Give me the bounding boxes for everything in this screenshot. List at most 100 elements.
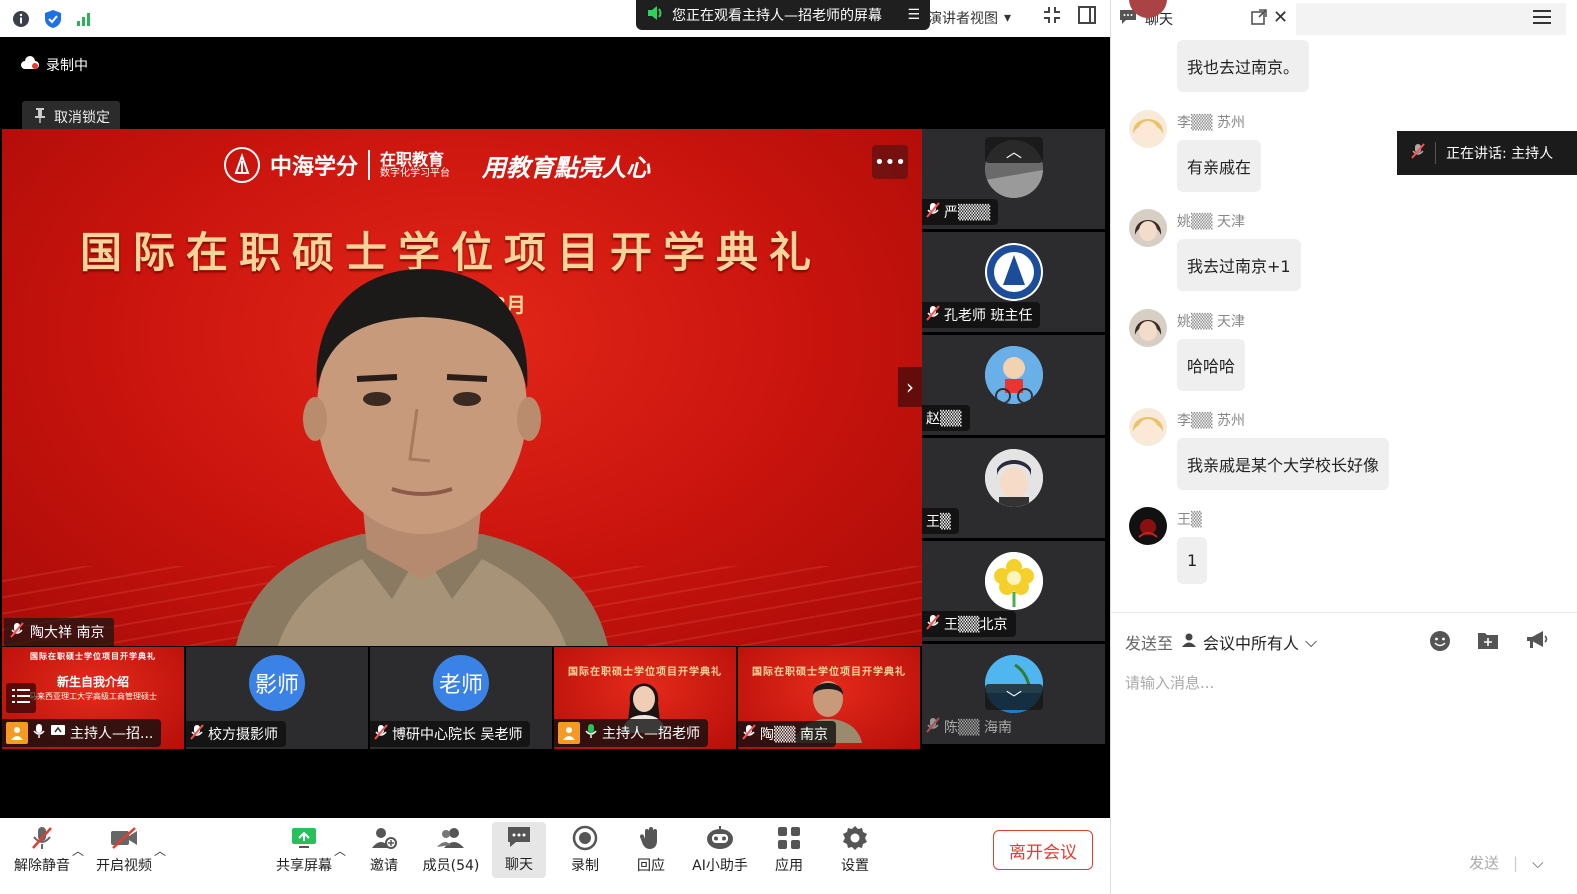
more-options-button[interactable]: ••• — [872, 145, 908, 179]
message-bubble: 哈哈哈 — [1177, 339, 1246, 391]
avatar — [1129, 309, 1167, 347]
pop-out-icon[interactable] — [1251, 9, 1267, 29]
invite-button[interactable]: 邀请 — [352, 823, 416, 879]
send-to-label: 发送至 — [1125, 634, 1174, 653]
participant-name: 孔老师 班主任 — [944, 308, 1033, 324]
chat-icon — [506, 822, 532, 852]
thumbnail-tile[interactable]: 国际在职硕士学位项目开学典礼 新生自我介绍 马来西亚理工大学高级工商管理硕士 主… — [2, 647, 184, 749]
apps-button[interactable]: 应用 — [757, 823, 821, 879]
banner-text: 您正在观看主持人—招老师的屏幕 — [672, 8, 882, 24]
list-menu-button[interactable] — [6, 683, 36, 713]
react-label: 回应 — [637, 858, 665, 874]
menu-icon[interactable] — [1533, 9, 1551, 29]
close-icon[interactable]: ✕ — [1273, 7, 1288, 28]
message-sender: 李▒▒ 苏州 — [1177, 413, 1245, 429]
banner-menu-icon[interactable]: ☰ — [907, 7, 920, 23]
audio-options-caret[interactable]: ︿ — [72, 842, 84, 859]
signal-icon[interactable] — [74, 8, 96, 30]
share-screen-label: 共享屏幕 — [276, 858, 332, 874]
message-input[interactable]: 请输入消息... — [1125, 672, 1214, 693]
participant-strip: ︿ 严▒▒▒ 孔老师 班主任 赵▒▒ 王▒ 王▒▒北京 陈▒▒ 海南 ﹀ — [922, 129, 1105, 749]
speaking-text: 正在讲话: 主持人 — [1446, 146, 1554, 162]
message-bubble: 我亲戚是某个大学校长好像 — [1177, 438, 1390, 490]
apps-label: 应用 — [775, 858, 803, 874]
mic-muted-icon — [1411, 143, 1425, 163]
thumbnail-label: 博研中心院长 吴老师 — [370, 721, 531, 747]
initials-avatar: 影师 — [249, 655, 305, 711]
initials-avatar: 老师 — [433, 655, 489, 711]
mic-muted-icon — [10, 622, 24, 642]
mic-muted-icon — [926, 614, 940, 634]
shield-icon[interactable] — [42, 8, 64, 30]
leave-meeting-button[interactable]: 离开会议 — [993, 830, 1093, 870]
send-options-caret[interactable]: ⌵ — [1532, 854, 1543, 872]
view-mode-label: 演讲者视图 — [928, 11, 998, 27]
share-options-caret[interactable]: ︿ — [334, 842, 346, 859]
settings-button[interactable]: 设置 — [823, 823, 887, 879]
scroll-down-button[interactable]: ﹀ — [985, 684, 1043, 710]
logo-sub-main: 在职教育 — [380, 149, 445, 169]
participant-name: 严▒▒▒ — [944, 205, 991, 221]
thumbnail-tile[interactable]: 影师 校方摄影师 — [186, 647, 368, 749]
participant-tile[interactable]: 赵▒▒ — [922, 335, 1105, 435]
avatar — [1129, 209, 1167, 247]
react-button[interactable]: 回应 — [619, 823, 683, 879]
participant-label: 王▒▒北京 — [922, 611, 1016, 637]
participant-name: 陈▒▒ 海南 — [944, 720, 1012, 736]
users-icon — [436, 823, 466, 853]
event-logo: 中海学分 在职教育 数字化学习平台 用教育點亮人心 — [224, 147, 650, 183]
ai-assistant-button[interactable]: AI小助手 — [686, 823, 754, 879]
recipient-value: 会议中所有人 — [1203, 634, 1300, 653]
list-icon — [12, 688, 30, 708]
start-video-button[interactable]: 开启视频 — [92, 823, 156, 879]
exit-fullscreen-icon[interactable] — [1043, 6, 1061, 28]
thumbnail-tile[interactable]: 国际在职硕士学位项目开学典礼 主持人—招老师 — [554, 647, 736, 749]
avatar — [1129, 507, 1167, 545]
video-options-caret[interactable]: ︿ — [154, 842, 166, 859]
participant-label: 赵▒▒ — [922, 405, 970, 431]
mic-muted-icon — [190, 724, 204, 744]
recording-indicator[interactable]: 录制中 — [20, 55, 88, 75]
meeting-toolbar: 解除静音 ︿ 开启视频 ︿ 共享屏幕 ︿ 邀请 成员(54) 聊天 录制 回应 … — [0, 818, 1110, 894]
send-area: 发送 | ⌵ — [1469, 852, 1544, 873]
chevron-down-icon: ⌵ — [1305, 632, 1318, 651]
share-screen-button[interactable]: 共享屏幕 — [272, 823, 336, 879]
message-bubble: 我去过南京+1 — [1177, 239, 1301, 291]
chat-label: 聊天 — [505, 857, 533, 873]
chat-button[interactable]: 聊天 — [492, 822, 546, 878]
next-page-button[interactable]: › — [898, 367, 922, 407]
chevron-down-icon: ﹀ — [1005, 689, 1022, 708]
raise-hand-icon — [638, 823, 664, 853]
avatar — [985, 449, 1043, 507]
main-speaker-video[interactable]: 中海学分 在职教育 数字化学习平台 用教育點亮人心 国际在职硕士学位项目开学典礼… — [2, 129, 922, 646]
top-bar: 您正在观看主持人—招老师的屏幕 ☰ 演讲者视图 ▾ — [0, 0, 1110, 37]
view-mode-dropdown[interactable]: 演讲者视图 ▾ — [928, 8, 1011, 28]
mic-muted-icon — [30, 823, 54, 853]
invite-label: 邀请 — [370, 858, 398, 874]
record-button[interactable]: 录制 — [553, 823, 617, 879]
record-label: 录制 — [571, 858, 599, 874]
host-icon — [6, 722, 28, 744]
thumbnail-row: 国际在职硕士学位项目开学典礼 新生自我介绍 马来西亚理工大学高级工商管理硕士 主… — [2, 647, 922, 749]
participant-tile[interactable]: 王▒ — [922, 438, 1105, 538]
thumbnail-tile[interactable]: 老师 博研中心院长 吴老师 — [370, 647, 552, 749]
recipient-dropdown[interactable]: 会议中所有人 ⌵ — [1181, 630, 1317, 654]
info-icon[interactable] — [10, 8, 32, 30]
thumbnail-tile[interactable]: 国际在职硕士学位项目开学典礼 陶▒▒ 南京 — [738, 647, 920, 749]
slogan: 用教育點亮人心 — [482, 152, 651, 182]
announcement-icon[interactable] — [1525, 630, 1549, 656]
gear-icon — [842, 823, 868, 853]
send-button[interactable]: 发送 — [1469, 852, 1499, 873]
thumbnail-label: 主持人—招... — [2, 719, 162, 747]
message-bubble: 有亲戚在 — [1177, 140, 1262, 192]
scroll-up-button[interactable]: ︿ — [985, 137, 1043, 163]
layout-icon[interactable] — [1078, 6, 1096, 28]
members-button[interactable]: 成员(54) — [419, 823, 483, 879]
ai-assistant-label: AI小助手 — [692, 858, 748, 874]
emoji-icon[interactable] — [1429, 630, 1451, 656]
participant-tile[interactable]: 王▒▒北京 — [922, 541, 1105, 641]
meeting-app: 您正在观看主持人—招老师的屏幕 ☰ 演讲者视图 ▾ 录制中 取消锁定 中海学分 … — [0, 0, 1577, 894]
unmute-button[interactable]: 解除静音 — [10, 823, 74, 879]
folder-icon[interactable] — [1477, 630, 1499, 656]
participant-tile[interactable]: 孔老师 班主任 — [922, 232, 1105, 332]
